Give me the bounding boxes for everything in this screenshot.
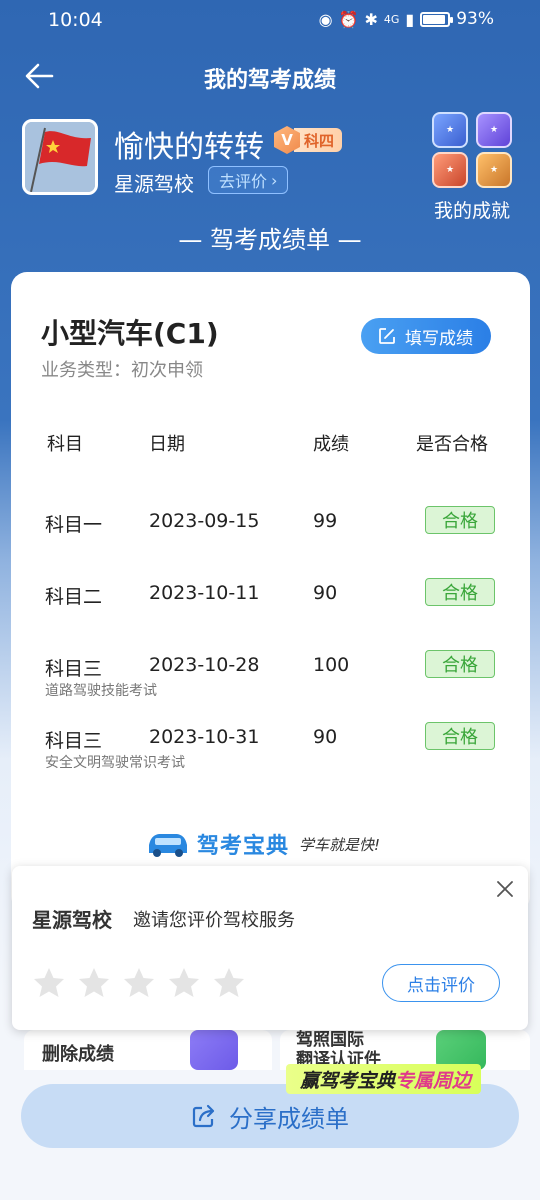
bluetooth-icon: ✱ [364,9,378,29]
col-date-header: 日期 [149,434,185,455]
star-icon[interactable] [32,966,66,1000]
pass-badge: 合格 [425,506,495,534]
brand-logo: 驾考宝典 学车就是快! [145,828,380,860]
col-score-header: 成绩 [313,434,349,455]
row-note: 安全文明驾驶常识考试 [45,755,185,771]
star-icon[interactable] [212,966,246,1000]
promo-prefix: 赢驾考宝典 [300,1069,396,1092]
edit-icon [379,328,395,344]
flag-avatar-image [25,122,95,192]
promo-banner[interactable]: 赢驾考宝典 专属周边 [286,1064,482,1094]
delete-doc-icon [190,1030,238,1070]
medal-icon: ★ [432,112,468,148]
battery-percent: 93% [456,9,494,29]
table-row: 科目三 2023-10-28 100 合格 道路驾驶技能考试 [11,650,530,714]
license-title: 小型汽车(C1) [41,317,219,350]
share-icon [192,1104,215,1128]
row-date: 2023-09-15 [149,510,260,532]
delete-score-card[interactable]: 删除成绩 [24,1030,272,1070]
status-icons: ◉ ⏰ ✱ 4G ▮ 93% [319,9,494,29]
signal-icon: ▮ [405,9,415,29]
status-bar: 10:04 ◉ ⏰ ✱ 4G ▮ 93% [0,0,540,40]
level-badge: V 科四 [274,126,343,154]
avatar[interactable] [22,119,98,195]
table-row: 科目三 2023-10-31 90 合格 安全文明驾驶常识考试 [11,722,530,786]
col-passed-header: 是否合格 [416,434,488,455]
popup-invite-text: 邀请您评价驾校服务 [133,910,295,931]
page-title: 我的驾考成绩 [203,68,336,93]
row-subject: 科目二 [45,586,103,608]
row-note: 道路驾驶技能考试 [45,683,157,699]
car-logo-icon [149,834,187,857]
achievements-label: 我的成就 [433,200,510,222]
brand-name: 驾考宝典 [197,834,290,859]
star-icon[interactable] [122,966,156,1000]
pass-badge: 合格 [425,578,495,606]
star-icon[interactable] [77,966,111,1000]
username: 愉快的转转 [114,130,264,165]
share-report-label: 分享成绩单 [229,1104,349,1133]
achievements-button[interactable]: ★ ★ ★ ★ 我的成就 [426,112,518,223]
row-date: 2023-10-31 [149,726,260,748]
rate-school-button[interactable]: 去评价 › [208,166,289,194]
star-icon[interactable] [167,966,201,1000]
chevron-right-icon: › [271,170,278,190]
medal-icon: ★ [476,112,512,148]
row-date: 2023-10-11 [149,582,260,604]
network-type: 4G [383,12,400,26]
achievement-medals: ★ ★ ★ ★ [432,112,518,188]
row-score: 90 [313,726,338,748]
pass-badge: 合格 [425,650,495,678]
battery-icon [420,11,454,27]
popup-school-name: 星源驾校 [32,908,112,932]
intl-license-line1: 驾照国际 [296,1030,364,1050]
row-score: 100 [313,654,350,676]
score-card: 小型汽车(C1) 业务类型：初次申领 填写成绩 科目 日期 成绩 是否合格 科目… [11,272,530,912]
section-heading: — 驾考成绩单 — [178,226,362,254]
rate-now-button[interactable]: 点击评价 [382,964,500,1002]
pass-badge: 合格 [425,722,495,750]
row-score: 90 [313,582,338,604]
status-time: 10:04 [48,9,103,31]
row-subject: 科目一 [45,514,103,536]
eye-icon: ◉ [318,9,333,29]
fill-score-button[interactable]: 填写成绩 [361,318,491,354]
school-name: 星源驾校 [114,172,194,196]
fill-score-label: 填写成绩 [405,328,473,349]
table-row: 科目二 2023-10-11 90 合格 [11,578,530,642]
row-subject: 科目三 [45,730,103,752]
close-icon[interactable] [494,878,516,900]
delete-score-label: 删除成绩 [42,1044,114,1065]
rate-school-label: 去评价 [219,172,268,191]
col-subject-header: 科目 [47,434,83,455]
star-rating [32,966,246,1000]
level-label: 科四 [294,128,343,152]
row-score: 99 [313,510,338,532]
table-row: 科目一 2023-09-15 99 合格 [11,506,530,570]
row-subject: 科目三 [45,658,103,680]
promo-highlight: 专属周边 [395,1069,472,1092]
brand-slogan: 学车就是快! [299,835,381,854]
row-date: 2023-10-28 [149,654,260,676]
medal-icon: ★ [432,152,468,188]
alarm-icon: ⏰ [338,9,359,29]
business-type: 业务类型：初次申领 [41,360,203,381]
medal-icon: ★ [476,152,512,188]
rate-school-popup: 星源驾校 邀请您评价驾校服务 点击评价 [12,866,528,1030]
